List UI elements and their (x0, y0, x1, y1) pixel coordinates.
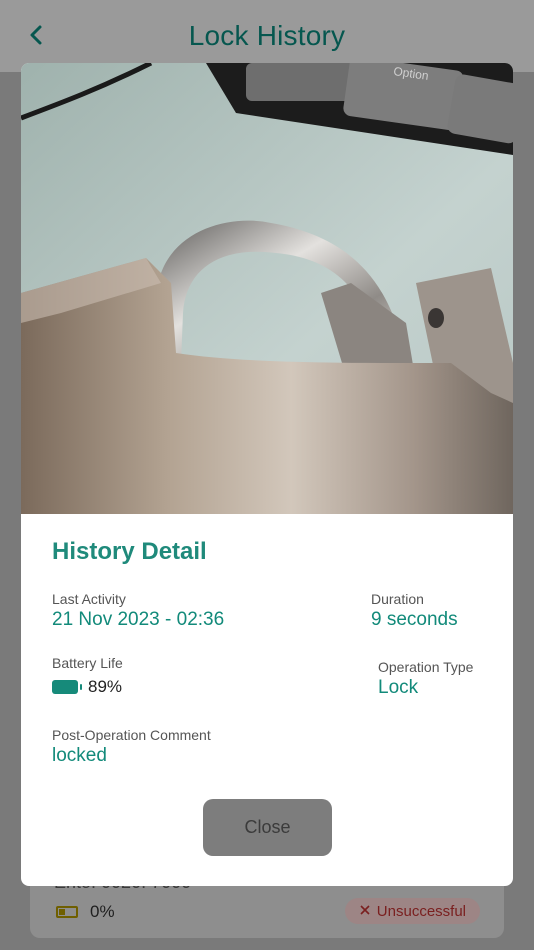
last-activity-label: Last Activity (52, 591, 126, 607)
history-detail-dialog: Option History Detail Last Activity 21 N… (21, 63, 513, 886)
status-text: Unsuccessful (376, 902, 466, 920)
operation-type-value: Lock (378, 677, 419, 698)
app-header: Lock History (0, 0, 534, 72)
duration-field: Duration 9 seconds (371, 591, 458, 631)
card-battery: 0% (56, 902, 115, 922)
back-arrow-icon[interactable] (24, 22, 50, 48)
operation-type-field: Operation Type Lock (378, 659, 473, 699)
x-icon (359, 903, 371, 920)
duration-value: 9 seconds (371, 609, 458, 630)
last-activity-field: Last Activity 21 Nov 2023 - 02:36 (52, 591, 224, 631)
lock-photo: Option (21, 63, 513, 514)
battery-low-icon (56, 906, 78, 918)
last-activity-value: 21 Nov 2023 - 02:36 (52, 609, 225, 630)
comment-field: Post-Operation Comment locked (52, 727, 211, 767)
operation-type-label: Operation Type (378, 659, 474, 675)
battery-value: 89% (88, 677, 123, 696)
dialog-title: History Detail (52, 538, 207, 565)
comment-label: Post-Operation Comment (52, 727, 211, 743)
close-button[interactable]: Close (203, 799, 332, 856)
card-battery-text: 0% (90, 902, 115, 921)
status-badge: Unsuccessful (344, 898, 480, 924)
page-title: Lock History (188, 20, 346, 51)
battery-icon (52, 680, 82, 694)
battery-label: Battery Life (52, 655, 123, 671)
duration-label: Duration (371, 591, 424, 607)
battery-field: Battery Life 89% (52, 655, 123, 697)
detail-content: History Detail Last Activity 21 Nov 2023… (21, 514, 513, 886)
comment-value: locked (52, 745, 107, 766)
